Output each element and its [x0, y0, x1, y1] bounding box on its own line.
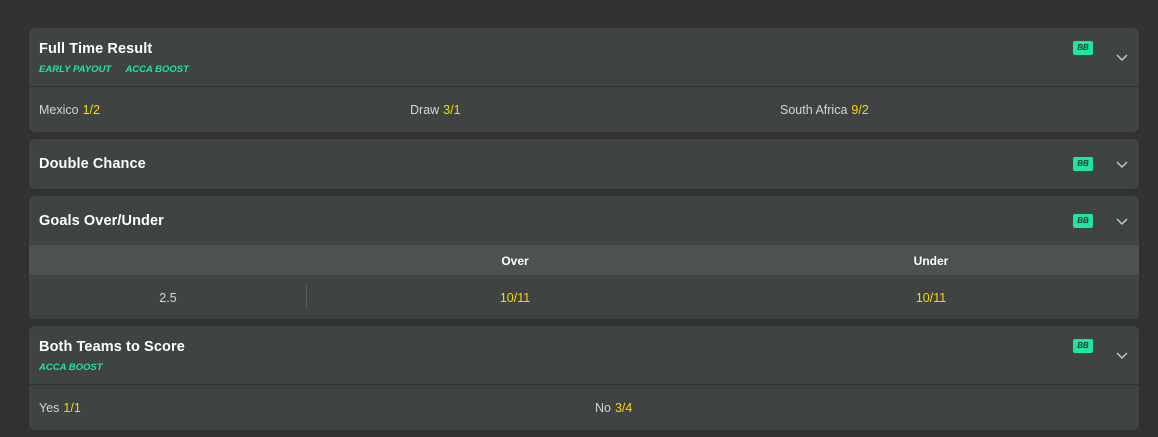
market-title: Double Chance [39, 156, 146, 172]
chevron-down-icon[interactable] [1115, 50, 1129, 64]
selection-name: South Africa [780, 103, 848, 117]
bet-builder-badge: BB [1073, 41, 1093, 55]
market-header[interactable]: Both Teams to Score ACCA BOOST BB [29, 326, 1139, 384]
selection-name: Draw [410, 103, 440, 117]
bet-builder-badge: BB [1073, 339, 1093, 353]
market-full-time-result: Full Time Result EARLY PAYOUT ACCA BOOST… [29, 28, 1139, 132]
market-header[interactable]: Goals Over/Under BB [29, 196, 1139, 245]
market-both-teams-to-score: Both Teams to Score ACCA BOOST BB Yes 1/1… [29, 326, 1139, 430]
column-header-over: Over [501, 254, 529, 268]
column-headers: Over Under [29, 245, 1139, 275]
market-title: Full Time Result [39, 41, 153, 57]
goal-line: 2.5 [159, 291, 177, 305]
market-title: Both Teams to Score [39, 339, 185, 355]
markets-list: Full Time Result EARLY PAYOUT ACCA BOOST… [29, 28, 1139, 437]
market-title: Goals Over/Under [39, 213, 164, 229]
promo-badges: EARLY PAYOUT ACCA BOOST [39, 64, 201, 75]
selection-odds: 9/2 [851, 103, 869, 117]
selection-odds: 1/1 [63, 401, 81, 415]
promo-badges: ACCA BOOST [39, 362, 115, 373]
selection-draw[interactable]: Draw 3/1 [410, 103, 461, 117]
selection-south-africa[interactable]: South Africa 9/2 [780, 103, 869, 117]
market-header[interactable]: Double Chance BB [29, 139, 1139, 189]
market-double-chance: Double Chance BB [29, 139, 1139, 189]
acca-boost-badge: ACCA BOOST [125, 64, 189, 75]
selection-no[interactable]: No 3/4 [595, 401, 632, 415]
over-odds[interactable]: 10/11 [500, 291, 530, 305]
selection-odds: 3/4 [614, 401, 633, 415]
selections-row: Mexico 1/2 Draw 3/1 South Africa 9/2 [29, 87, 1139, 132]
selection-odds: 3/1 [443, 103, 461, 117]
selection-odds: 1/2 [82, 103, 100, 117]
bet-builder-badge: BB [1073, 157, 1093, 171]
acca-boost-badge: ACCA BOOST [39, 362, 103, 373]
column-divider [306, 285, 307, 309]
bet-builder-badge: BB [1073, 214, 1093, 228]
chevron-down-icon[interactable] [1115, 214, 1129, 228]
chevron-down-icon[interactable] [1115, 157, 1129, 171]
selection-name: Yes [39, 401, 60, 415]
line-row: 2.5 10/11 10/11 [29, 275, 1139, 319]
selections-row: Yes 1/1 No 3/4 [29, 385, 1139, 430]
selection-name: No [595, 401, 611, 415]
selection-name: Mexico [39, 103, 79, 117]
column-header-under: Under [913, 254, 949, 268]
under-odds[interactable]: 10/11 [916, 291, 946, 305]
early-payout-badge: EARLY PAYOUT [39, 64, 112, 75]
selection-mexico[interactable]: Mexico 1/2 [39, 103, 100, 117]
selection-yes[interactable]: Yes 1/1 [39, 401, 81, 415]
chevron-down-icon[interactable] [1115, 348, 1129, 362]
market-goals-over-under: Goals Over/Under BB Over Under 2.5 10/11… [29, 196, 1139, 319]
market-header[interactable]: Full Time Result EARLY PAYOUT ACCA BOOST… [29, 28, 1139, 86]
